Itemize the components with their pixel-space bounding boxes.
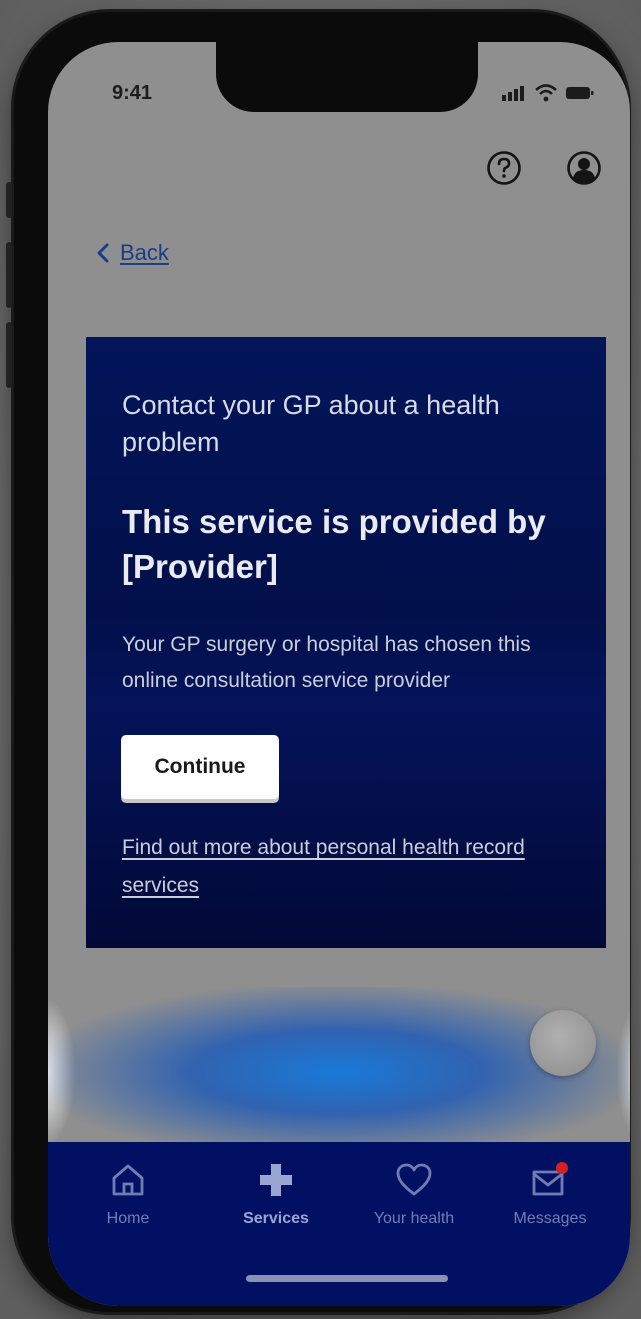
user-circle-icon[interactable] <box>566 150 602 186</box>
tab-your-health[interactable]: Your health <box>354 1160 474 1228</box>
phone-frame: 9:41 Back Contact your GP about a health… <box>6 12 630 1312</box>
phone-screen: 9:41 Back Contact your GP about a health… <box>48 42 630 1306</box>
card-eyebrow: Contact your GP about a health problem <box>122 390 500 457</box>
back-label: Back <box>120 240 169 265</box>
status-icons <box>502 84 594 102</box>
tab-services[interactable]: Services <box>216 1160 336 1228</box>
header-actions <box>486 150 602 186</box>
glow-edge-right <box>616 997 630 1147</box>
highlight-glow <box>48 987 628 1157</box>
notification-dot <box>556 1162 568 1174</box>
card-body: Your GP surgery or hospital has chosen t… <box>122 633 531 692</box>
continue-button[interactable]: Continue <box>121 735 279 799</box>
stage: 9:41 Back Contact your GP about a health… <box>0 0 641 1319</box>
service-card: Contact your GP about a health problem T… <box>48 337 630 1157</box>
glow-edge-left <box>48 997 76 1147</box>
heart-icon <box>396 1163 432 1196</box>
signal-icon <box>502 86 524 101</box>
side-button-volume-up <box>6 242 12 308</box>
side-button-volume-down <box>6 322 12 388</box>
back-link[interactable]: Back <box>96 240 169 266</box>
tab-services-label: Services <box>243 1210 309 1227</box>
card-title: This service is provided by [Provider] <box>122 503 546 585</box>
tab-your-health-label: Your health <box>373 1210 455 1227</box>
tab-home[interactable]: Home <box>68 1160 188 1228</box>
tab-home-label: Home <box>106 1210 150 1227</box>
wifi-icon <box>535 84 557 102</box>
chevron-left-icon <box>97 243 109 263</box>
question-circle-icon[interactable] <box>486 150 522 186</box>
notch <box>216 42 478 112</box>
envelope-icon <box>532 1162 568 1196</box>
home-indicator <box>246 1275 448 1282</box>
plus-cross-icon <box>260 1164 292 1196</box>
tab-messages[interactable]: Messages <box>490 1160 610 1228</box>
status-time: 9:41 <box>112 82 153 104</box>
tab-messages-label: Messages <box>513 1210 587 1227</box>
battery-icon <box>566 87 594 99</box>
floating-button[interactable] <box>530 1010 596 1076</box>
side-button-mute <box>6 182 12 218</box>
home-icon <box>112 1164 144 1196</box>
tab-bar: Home Services Your health Messages <box>48 1142 630 1306</box>
more-info-link[interactable]: Find out more about personal health reco… <box>122 829 552 905</box>
